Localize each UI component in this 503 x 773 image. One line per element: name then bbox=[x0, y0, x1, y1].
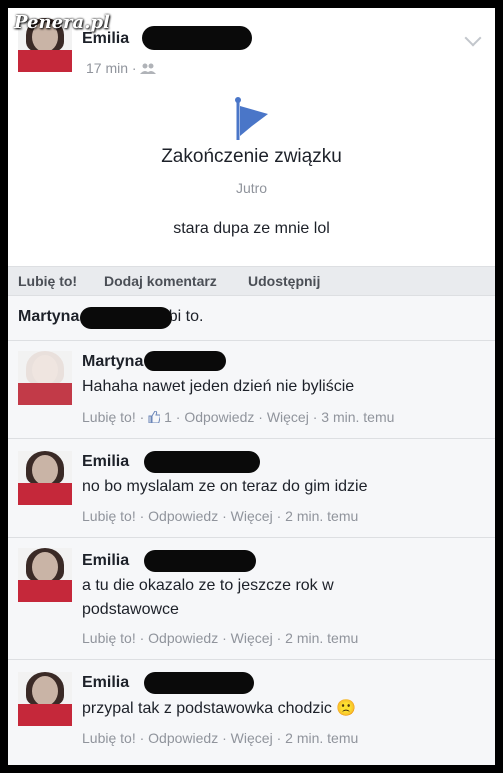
comment-reply-link[interactable]: Odpowiedz bbox=[148, 508, 218, 524]
comment-meta: Lubię to! · 1 · Odpowiedz · Więcej · 3 m… bbox=[82, 409, 395, 426]
share-button[interactable]: Udostępnij bbox=[248, 273, 320, 289]
commenter-name[interactable]: Emilia bbox=[82, 453, 129, 471]
comment-like-link[interactable]: Lubię to! bbox=[82, 630, 136, 646]
comment-text: a tu die okazalo ze to jeszcze rok w pod… bbox=[82, 577, 334, 618]
post-actions-bar: Lubię to! Dodaj komentarz Udostępnij bbox=[8, 266, 495, 295]
comment-like-link[interactable]: Lubię to! bbox=[82, 508, 136, 524]
watermark: Penera.pl bbox=[14, 12, 110, 33]
comment-more-link[interactable]: Więcej bbox=[231, 730, 273, 746]
life-event-title: Zakończenie związku bbox=[161, 146, 342, 167]
add-comment-button[interactable]: Dodaj komentarz bbox=[104, 273, 217, 289]
likes-summary: Martyna lubi to. bbox=[8, 295, 495, 340]
comment-meta: Lubię to! · Odpowiedz · Więcej · 2 min. … bbox=[82, 508, 359, 524]
comment-like-link[interactable]: Lubię to! bbox=[82, 409, 136, 425]
comment: Emilia a tu die okazalo ze to jeszcze ro… bbox=[8, 537, 495, 659]
post-card: Emilia 17 min · Zakończenie związku Jutr… bbox=[8, 8, 495, 266]
comment-meta: Lubię to! · Odpowiedz · Więcej · 2 min. … bbox=[82, 730, 359, 746]
post-text: stara dupa ze mnie lol bbox=[173, 220, 330, 237]
comment-time[interactable]: 2 min. temu bbox=[285, 630, 358, 646]
friends-icon bbox=[140, 61, 157, 77]
comment-like-link[interactable]: Lubię to! bbox=[82, 730, 136, 746]
redaction-bar bbox=[80, 307, 172, 329]
commenter-name[interactable]: Emilia bbox=[82, 552, 129, 570]
comment-reply-link[interactable]: Odpowiedz bbox=[148, 730, 218, 746]
comment-reply-link[interactable]: Odpowiedz bbox=[148, 630, 218, 646]
chevron-down-icon[interactable] bbox=[464, 29, 482, 47]
redaction-bar bbox=[144, 451, 260, 473]
life-event-date: Jutro bbox=[235, 180, 268, 196]
comment-text: Hahaha nawet jeden dzień nie byliście bbox=[82, 378, 355, 395]
comment-time[interactable]: 2 min. temu bbox=[285, 508, 358, 524]
sad-face-emoji: 🙁 bbox=[336, 698, 357, 717]
comment-more-link[interactable]: Więcej bbox=[231, 508, 273, 524]
commenter-avatar[interactable] bbox=[18, 672, 72, 726]
comment-more-link[interactable]: Więcej bbox=[231, 630, 273, 646]
commenter-avatar[interactable] bbox=[18, 351, 72, 405]
comment-reply-link[interactable]: Odpowiedz bbox=[184, 409, 254, 425]
thumbs-up-icon bbox=[148, 410, 162, 426]
comment: Emilia no bo myslalam ze on teraz do gim… bbox=[8, 438, 495, 537]
comment-time[interactable]: 2 min. temu bbox=[285, 730, 358, 746]
comment-text: no bo myslalam ze on teraz do gim idzie bbox=[82, 478, 368, 495]
redaction-bar bbox=[144, 351, 226, 371]
comment-like-count[interactable]: 1 bbox=[164, 409, 172, 425]
comment: Emilia przypal tak z podstawowka chodzic… bbox=[8, 659, 495, 765]
commenter-avatar[interactable] bbox=[18, 451, 72, 505]
comment-time[interactable]: 3 min. temu bbox=[321, 409, 394, 425]
feed-frame: Emilia 17 min · Zakończenie związku Jutr… bbox=[8, 8, 495, 765]
comment-text: przypal tak z podstawowka chodzic 🙁 bbox=[82, 698, 357, 717]
redaction-bar bbox=[142, 26, 252, 50]
commenter-name[interactable]: Martyna bbox=[82, 353, 143, 371]
commenter-avatar[interactable] bbox=[18, 548, 72, 602]
commenter-name[interactable]: Emilia bbox=[82, 674, 129, 692]
flag-icon bbox=[235, 97, 268, 140]
like-button[interactable]: Lubię to! bbox=[18, 273, 77, 289]
comment-meta: Lubię to! · Odpowiedz · Więcej · 2 min. … bbox=[82, 630, 359, 646]
liker-name[interactable]: Martyna bbox=[18, 308, 79, 325]
comment-more-link[interactable]: Więcej bbox=[267, 409, 309, 425]
redaction-bar bbox=[144, 672, 254, 694]
comment: Martyna Hahaha nawet jeden dzień nie byl… bbox=[8, 340, 495, 438]
post-timestamp[interactable]: 17 min · bbox=[86, 60, 157, 77]
redaction-bar bbox=[144, 550, 256, 572]
